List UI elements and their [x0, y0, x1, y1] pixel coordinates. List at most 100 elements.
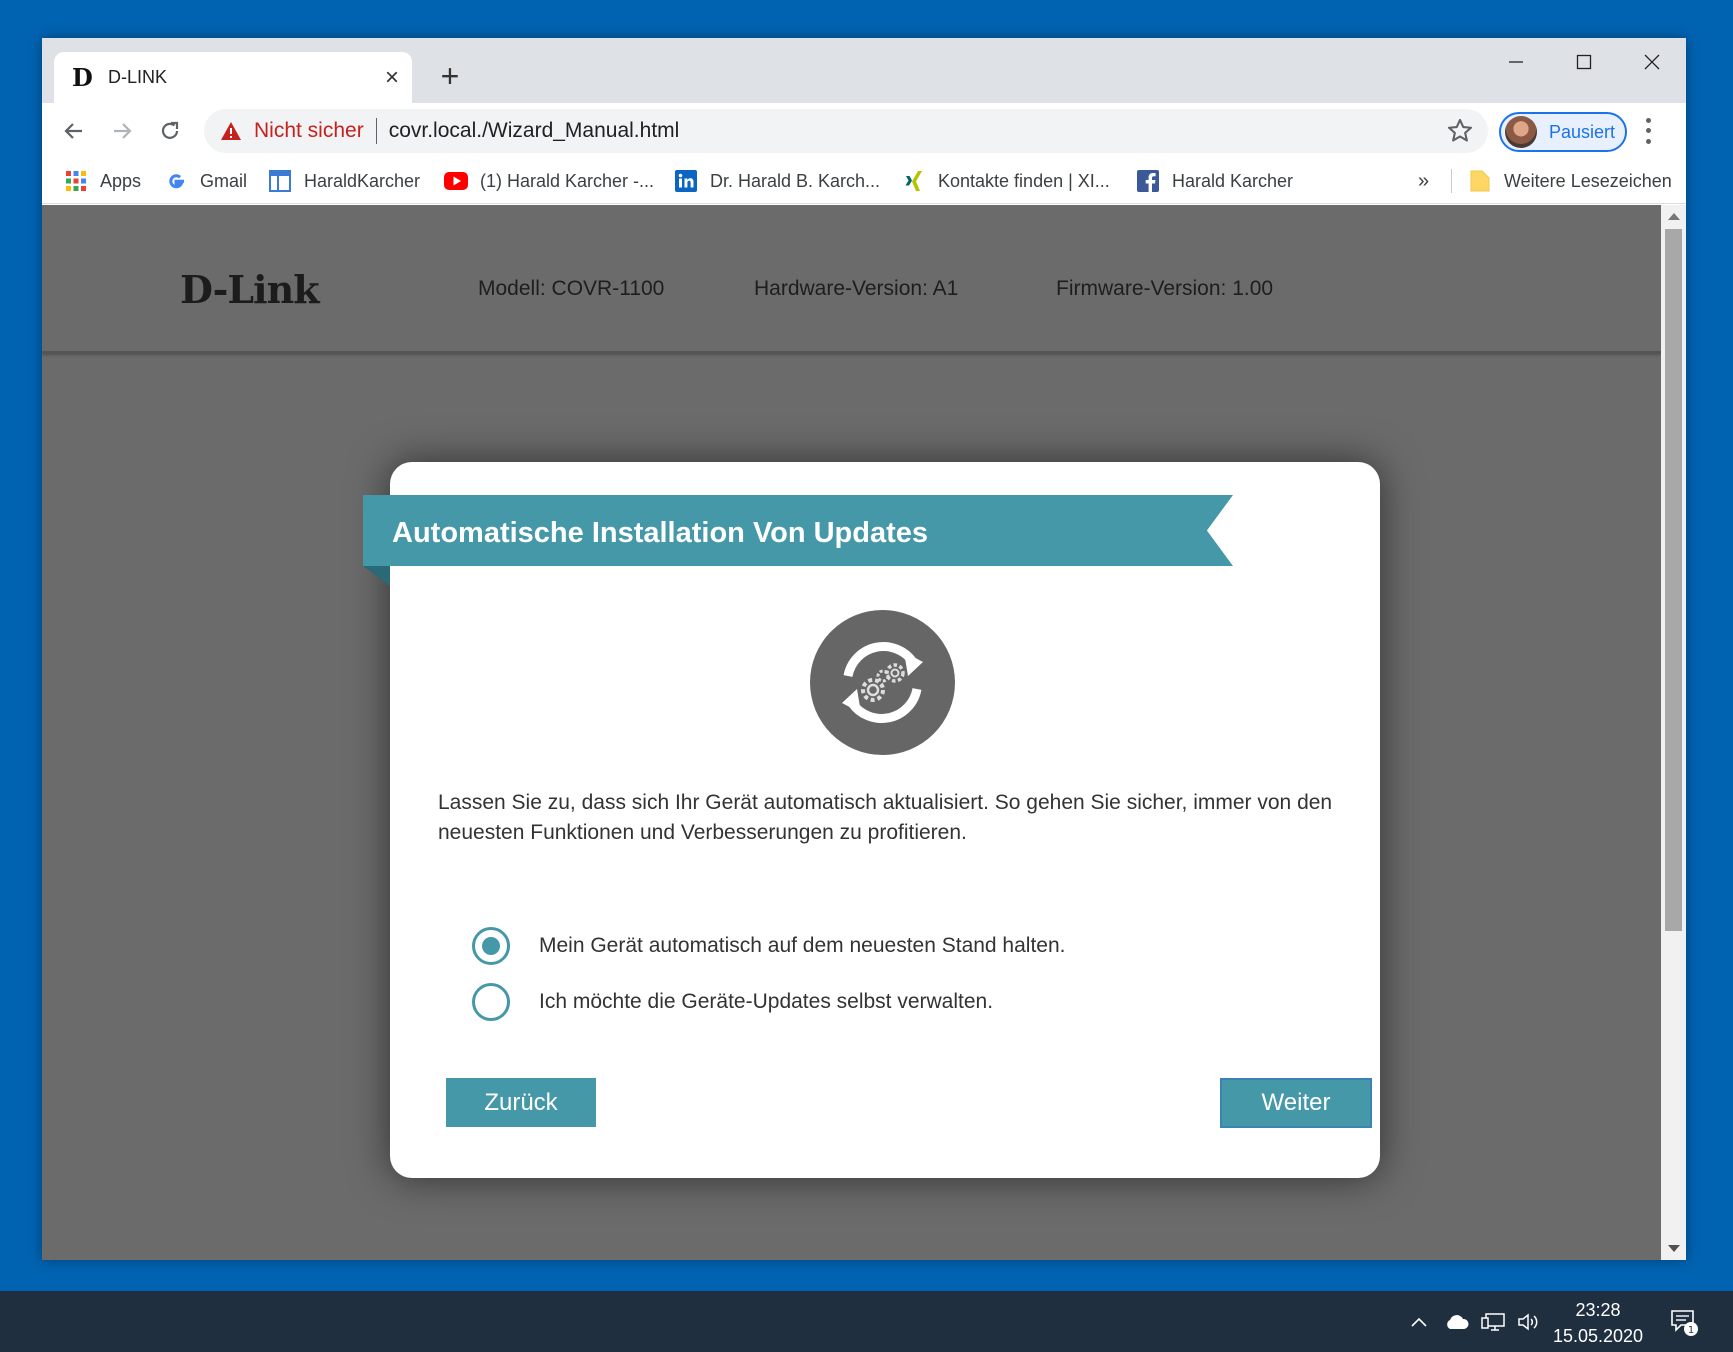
dialog-description: Lassen Sie zu, dass sich Ihr Gerät autom…: [438, 791, 1333, 844]
browser-toolbar: Nicht sicher covr.local./Wizard_Manual.h…: [42, 103, 1686, 158]
profile-label: Pausiert: [1549, 121, 1616, 142]
vertical-scrollbar[interactable]: [1661, 205, 1686, 1260]
page-content: D-Link Modell: COVR-1100 Hardware-Versio…: [42, 205, 1661, 1260]
show-hidden-icons-button[interactable]: [1404, 1291, 1434, 1352]
forward-button[interactable]: [100, 109, 144, 153]
windows-taskbar: 23:28 15.05.2020 1: [0, 1291, 1733, 1352]
scroll-down-icon[interactable]: [1668, 1245, 1680, 1252]
speaker-icon: [1518, 1312, 1538, 1331]
apps-grid-icon: [64, 169, 88, 193]
menu-dot-icon: [1645, 139, 1651, 145]
close-icon[interactable]: ×: [372, 64, 412, 92]
reload-button[interactable]: [148, 109, 192, 153]
bookmark-label: Kontakte finden | XI...: [938, 170, 1110, 191]
browser-window: D D-LINK × + Nicht sicher covr.local./Wi…: [42, 38, 1686, 1260]
omnibox-divider: [375, 118, 377, 144]
radio-button-selected[interactable]: [472, 927, 510, 965]
minimize-icon: [1509, 61, 1523, 63]
network-button[interactable]: [1476, 1291, 1510, 1352]
back-button[interactable]: [52, 109, 96, 153]
onedrive-button[interactable]: [1440, 1291, 1474, 1352]
bookmark-xing[interactable]: Kontakte finden | XI...: [902, 158, 1110, 204]
bookmarks-bar: Apps Gmail HaraldKarcher (1) Harald Karc…: [42, 158, 1686, 204]
linkedin-icon: [674, 169, 698, 193]
browser-menu-button[interactable]: [1638, 115, 1658, 147]
title-ribbon: Automatische Installation Von Updates: [363, 495, 1233, 566]
arrow-right-icon: [114, 123, 132, 139]
new-tab-button[interactable]: +: [432, 58, 468, 94]
hardware-version: Hardware-Version: A1: [754, 277, 959, 300]
system-clock[interactable]: 23:28 15.05.2020: [1550, 1297, 1646, 1349]
notification-icon: 1: [1671, 1309, 1698, 1336]
bookmark-youtube[interactable]: (1) Harald Karcher -...: [444, 158, 654, 204]
option-label: Ich möchte die Geräte-Updates selbst ver…: [539, 990, 994, 1013]
close-window-button[interactable]: [1618, 38, 1686, 86]
bookmark-label: Weitere Lesezeichen: [1504, 170, 1672, 191]
notification-count: 1: [1688, 1325, 1694, 1336]
dlink-favicon-icon: D: [72, 63, 93, 92]
scrollbar-thumb[interactable]: [1665, 229, 1682, 931]
option-manual-update[interactable]: Ich möchte die Geräte-Updates selbst ver…: [472, 983, 993, 1021]
action-center-button[interactable]: 1: [1664, 1291, 1704, 1352]
menu-dot-icon: [1645, 117, 1651, 123]
clock-date: 15.05.2020: [1552, 1326, 1644, 1346]
cloud-icon: [1447, 1314, 1469, 1329]
wizard-dialog: Automatische Installation Von Updates La…: [363, 462, 1380, 1178]
maximize-button[interactable]: [1550, 38, 1618, 86]
tab-strip: D D-LINK × +: [42, 38, 1686, 103]
radio-dot: [482, 937, 500, 955]
option-label: Mein Gerät automatisch auf dem neuesten …: [539, 934, 1066, 957]
reload-icon: [161, 121, 179, 139]
xing-icon: [902, 169, 926, 193]
folder-icon: [1468, 169, 1492, 193]
more-bookmarks-button[interactable]: »: [1418, 158, 1429, 204]
youtube-icon: [444, 169, 468, 193]
google-icon: [164, 169, 188, 193]
clock-time: 23:28: [1575, 1300, 1621, 1320]
arrow-left-icon: [64, 123, 82, 139]
scroll-up-icon[interactable]: [1668, 213, 1680, 220]
bookmark-star-icon[interactable]: [1446, 117, 1474, 145]
address-bar[interactable]: Nicht sicher covr.local./Wizard_Manual.h…: [204, 109, 1488, 153]
dlink-logo: D-Link: [180, 267, 320, 312]
dialog-title: Automatische Installation Von Updates: [392, 517, 929, 549]
bookmark-label: Harald Karcher: [1172, 170, 1294, 191]
tab-title: D-LINK: [108, 67, 168, 87]
maximize-icon: [1576, 54, 1592, 70]
bookmark-label: Gmail: [200, 170, 248, 191]
bookmark-label: Apps: [100, 170, 142, 191]
next-button[interactable]: Weiter: [1220, 1078, 1372, 1128]
bookmark-label: Dr. Harald B. Karch...: [710, 170, 881, 191]
bookmarks-divider: [1451, 169, 1452, 193]
dlink-header: D-Link Modell: COVR-1100 Hardware-Versio…: [42, 205, 1661, 353]
auto-update-gears-icon: [810, 610, 955, 755]
firmware-version: Firmware-Version: 1.00: [1056, 277, 1274, 300]
option-auto-update[interactable]: Mein Gerät automatisch auf dem neuesten …: [472, 927, 1066, 965]
close-icon: [1644, 54, 1660, 70]
tab-dlink[interactable]: D D-LINK ×: [54, 52, 412, 103]
not-secure-label: Nicht sicher: [254, 119, 364, 142]
back-button[interactable]: Zurück: [446, 1078, 596, 1127]
volume-button[interactable]: [1512, 1291, 1546, 1352]
bookmark-gmail[interactable]: Gmail: [164, 158, 247, 204]
facebook-icon: [1136, 169, 1160, 193]
model-info: Modell: COVR-1100: [478, 277, 665, 300]
profile-button[interactable]: Pausiert: [1499, 112, 1627, 152]
bookmark-linkedin[interactable]: Dr. Harald B. Karch...: [674, 158, 880, 204]
avatar: [1505, 116, 1537, 148]
bookmark-facebook[interactable]: Harald Karcher: [1136, 158, 1293, 204]
bookmark-folder-other[interactable]: Weitere Lesezeichen: [1468, 158, 1672, 204]
menu-dot-icon: [1645, 128, 1651, 134]
radio-button[interactable]: [472, 983, 510, 1021]
network-monitor-icon: [1481, 1312, 1505, 1331]
minimize-button[interactable]: [1482, 38, 1550, 86]
bookmark-apps[interactable]: Apps: [64, 158, 141, 204]
url-text: covr.local./Wizard_Manual.html: [388, 119, 680, 142]
bookmark-haraldkarcher[interactable]: HaraldKarcher: [268, 158, 420, 204]
chevron-up-icon: [1411, 1317, 1427, 1327]
ribbon-fold: [363, 566, 390, 586]
bookmark-label: (1) Harald Karcher -...: [480, 170, 655, 191]
warning-icon: [221, 122, 241, 140]
page-icon: [268, 169, 292, 193]
bookmark-label: HaraldKarcher: [304, 170, 421, 191]
